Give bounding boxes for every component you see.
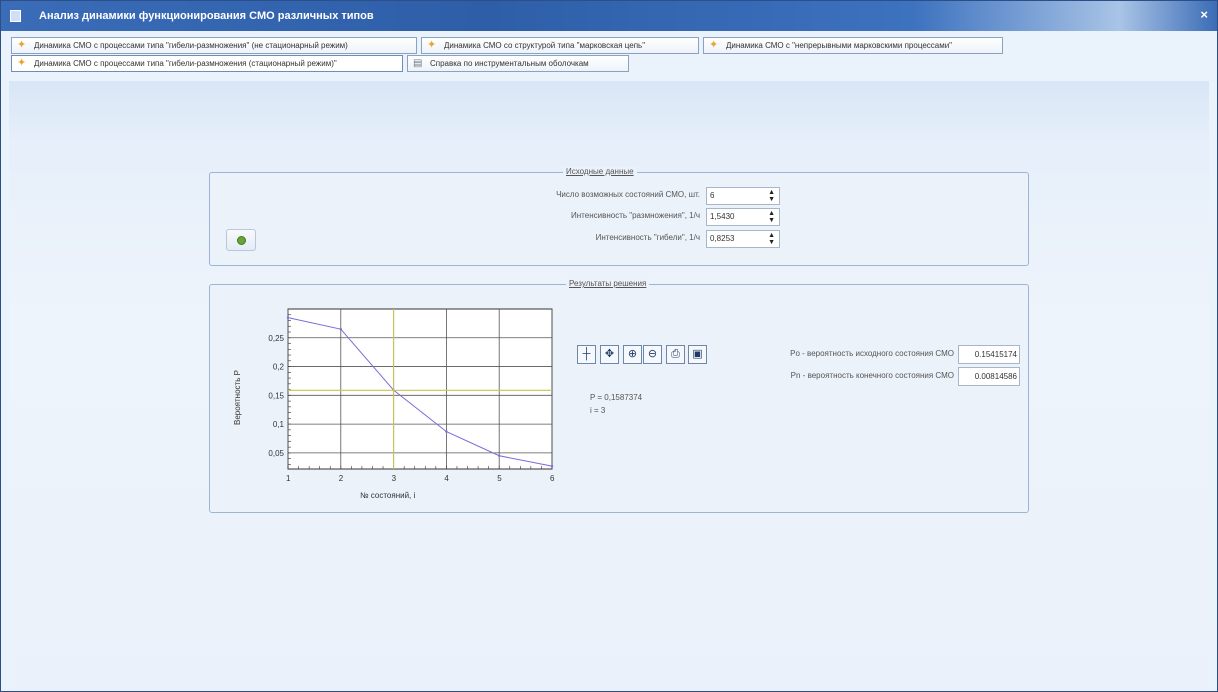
data-point [550, 464, 554, 468]
pan-tool-button[interactable]: ✥ [600, 345, 619, 364]
x-axis-label: № состояний, i [360, 491, 416, 500]
x-tick-label: 3 [392, 474, 397, 483]
p0-row: Po - вероятность исходного состояния СМО… [700, 345, 1020, 364]
zoom-out-button[interactable]: ⊖ [643, 345, 662, 364]
close-button[interactable]: × [1200, 7, 1208, 22]
death-rate-label: Интенсивность "гибели", 1/ч [595, 233, 700, 242]
y-tick-label: 0,25 [268, 334, 284, 343]
data-point [339, 327, 342, 331]
puzzle-icon: ✦ [709, 39, 719, 51]
tab-help[interactable]: ▤ Справка по инструментальным оболочкам [407, 55, 629, 72]
states-spinner[interactable]: 6 ▲ ▼ [706, 187, 780, 205]
p0-label: Po - вероятность исходного состояния СМО [790, 349, 954, 358]
input-data-group: Исходные данные Число возможных состояни… [209, 167, 1029, 266]
tab-label: Справка по инструментальным оболочкам [430, 59, 589, 68]
tab-continuous-markov[interactable]: ✦ Динамика СМО с "непрерывными марковски… [703, 37, 1003, 54]
tab-birth-death-stationary[interactable]: ✦ Динамика СМО с процессами типа "гибели… [11, 55, 403, 72]
zoom-in-button[interactable]: ⊕ [623, 345, 642, 364]
y-tick-label: 0,2 [273, 363, 285, 372]
x-tick-label: 5 [497, 474, 502, 483]
states-label: Число возможных состояний СМО, шт. [556, 190, 700, 199]
data-point [286, 316, 290, 319]
p0-value-field[interactable]: 0.15415174 [958, 345, 1020, 364]
birth-rate-spinner[interactable]: 1,5430 ▲ ▼ [706, 208, 780, 226]
x-tick-label: 4 [444, 474, 449, 483]
tab-strip: ✦ Динамика СМО с процессами типа "гибели… [11, 37, 1011, 73]
tab-label: Динамика СМО с процессами типа "гибели-р… [34, 41, 348, 50]
probability-chart[interactable]: 0,05 0,1 0,15 0,2 0,25 1 2 3 4 5 6 № состояний, i… [220, 303, 560, 508]
pn-label: Pn - вероятность конечного состояния СМО [790, 371, 954, 380]
x-tick-label: 2 [339, 474, 344, 483]
death-rate-value: 0,8253 [710, 234, 735, 243]
app-icon [10, 10, 21, 22]
states-value: 6 [710, 191, 715, 200]
death-rate-row: Интенсивность "гибели", 1/ч 0,8253 ▲ ▼ [460, 230, 780, 248]
data-point [498, 454, 501, 457]
group-caption: Исходные данные [563, 167, 637, 176]
x-tick-label: 1 [286, 474, 291, 483]
puzzle-icon: ✦ [17, 57, 27, 69]
spin-arrows-icon[interactable]: ▲ ▼ [768, 210, 775, 224]
y-axis-label: Вероятность P [233, 370, 242, 425]
birth-rate-row: Интенсивность "размножения", 1/ч 1,5430 … [460, 208, 780, 226]
birth-rate-label: Интенсивность "размножения", 1/ч [571, 211, 700, 220]
death-rate-spinner[interactable]: 0,8253 ▲ ▼ [706, 230, 780, 248]
results-group: Результаты решения 0,05 0,1 0,15 0,2 0,25 1 2… [209, 279, 1029, 513]
group-caption: Результаты решения [566, 279, 650, 288]
x-tick-labels: 1 2 3 4 5 6 [286, 474, 555, 483]
spin-arrows-icon[interactable]: ▲ ▼ [768, 232, 775, 246]
title-bar[interactable]: Анализ динамики функционирования СМО раз… [1, 1, 1217, 31]
cursor-probability-readout: P = 0,1587374 [590, 393, 643, 402]
y-tick-label: 0,1 [273, 420, 285, 429]
y-tick-labels: 0,05 0,1 0,15 0,2 0,25 [268, 334, 284, 458]
y-tick-label: 0,15 [268, 391, 284, 400]
puzzle-icon: ✦ [427, 39, 437, 51]
pn-row: Pn - вероятность конечного состояния СМО… [700, 367, 1020, 386]
tab-label: Динамика СМО со структурой типа "марковс… [444, 41, 646, 50]
app-window: Анализ динамики функционирования СМО раз… [0, 0, 1218, 692]
tab-label: Динамика СМО с процессами типа "гибели-р… [34, 59, 337, 68]
tab-label: Динамика СМО с "непрерывными марковскими… [726, 41, 953, 50]
crosshair-tool-button[interactable]: ┼ [577, 345, 596, 364]
tab-markov-chain[interactable]: ✦ Динамика СМО со структурой типа "марко… [421, 37, 699, 54]
window-title: Анализ динамики функционирования СМО раз… [39, 10, 374, 22]
run-icon [237, 236, 246, 245]
run-calculation-button[interactable] [226, 229, 256, 251]
book-icon: ▤ [413, 58, 423, 69]
birth-rate-value: 1,5430 [710, 212, 735, 221]
pn-value-field[interactable]: 0.00814586 [958, 367, 1020, 386]
cursor-state-readout: i = 3 [590, 406, 606, 415]
print-button[interactable]: ⎙ [666, 345, 685, 364]
data-point [445, 430, 448, 433]
tab-birth-death-nonstationary[interactable]: ✦ Динамика СМО с процессами типа "гибели… [11, 37, 417, 54]
puzzle-icon: ✦ [17, 39, 27, 51]
x-tick-label: 6 [550, 474, 555, 483]
plot-area [287, 308, 553, 470]
spin-arrows-icon[interactable]: ▲ ▼ [768, 189, 775, 203]
y-tick-label: 0,05 [268, 449, 284, 458]
tab-content: Исходные данные Число возможных состояни… [9, 81, 1209, 691]
states-row: Число возможных состояний СМО, шт. 6 ▲ ▼ [460, 187, 780, 205]
